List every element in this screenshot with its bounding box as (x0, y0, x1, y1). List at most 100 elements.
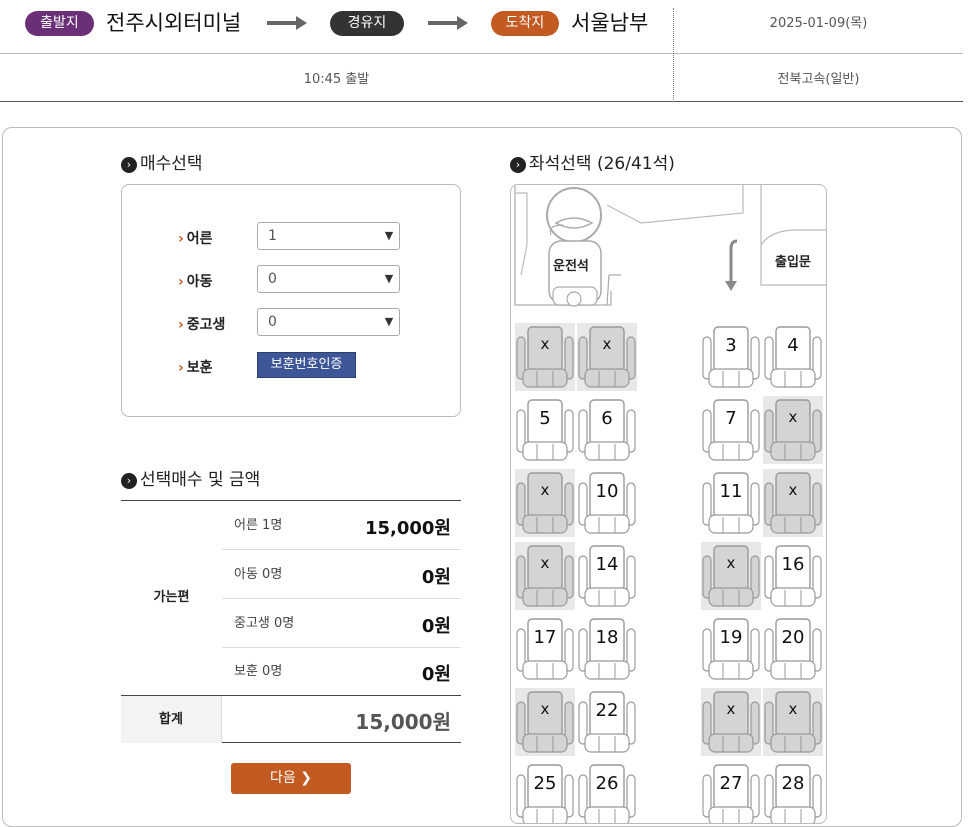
seat-number: 6 (601, 408, 613, 429)
chevron-circle-icon: › (121, 157, 137, 173)
next-button[interactable]: 다음 ❯ (231, 763, 351, 794)
seat-18[interactable]: 18 (577, 615, 637, 683)
seat-3[interactable]: 3 (701, 323, 761, 391)
seat-25[interactable]: 25 (515, 761, 575, 823)
end-tag: 도착지 (491, 11, 559, 36)
seat-number: x (726, 700, 736, 718)
seat-number: x (540, 335, 550, 353)
seat-number: 7 (725, 408, 737, 429)
seat-number: 3 (725, 335, 737, 356)
seat-4[interactable]: 4 (763, 323, 823, 391)
seat-number: 14 (595, 554, 619, 575)
seat-section-title: › 좌석선택 (26/41석) (510, 153, 675, 175)
seat-number: x (540, 700, 550, 718)
seat-5[interactable]: 5 (515, 396, 575, 464)
seat-14[interactable]: 14 (577, 542, 637, 610)
chevron-down-icon: ▼ (384, 315, 394, 328)
seat-22[interactable]: 22 (577, 688, 637, 756)
via-tag: 경유지 (330, 11, 404, 36)
seat-number: 5 (539, 408, 551, 429)
seat-number: 19 (719, 627, 743, 648)
veteran-label: › 보훈 (178, 360, 213, 376)
seat-20[interactable]: 20 (763, 615, 823, 683)
veteran-verify-button[interactable]: 보훈번호인증 (257, 352, 356, 378)
summary-section-title: › 선택매수 및 금액 (121, 469, 260, 491)
table-row: 어른 1명 15,000원 (222, 501, 461, 550)
student-label: › 중고생 (178, 317, 226, 333)
seat-number: 10 (595, 481, 619, 502)
child-label: › 아동 (178, 274, 213, 290)
chevron-right-icon: › (178, 360, 184, 376)
adult-label: › 어른 (178, 231, 213, 247)
table-row: 아동 0명 0원 (222, 550, 461, 599)
seat-24: x (763, 688, 823, 756)
count-box (121, 184, 461, 417)
seat-number: x (540, 481, 550, 499)
departure-time: 10:45 출발 (303, 72, 370, 87)
seat-11[interactable]: 11 (701, 469, 761, 537)
bus-seat-map: 운전석 출입문 x x 3 4 5 6 7 x x 10 11 x x 14 x 16 17 18 19 20 x 22 x… (510, 184, 827, 824)
seat-number: 17 (533, 627, 557, 648)
departure-terminal: 전주시외터미널 (106, 11, 242, 35)
seat-27[interactable]: 27 (701, 761, 761, 823)
start-tag: 출발지 (25, 11, 94, 36)
child-count-select[interactable]: 0 ▼ (257, 265, 400, 293)
chevron-circle-icon: › (121, 473, 137, 489)
fare-summary-table: 가는편 어른 1명 15,000원 아동 0명 0원 중고생 0명 0원 보훈 … (121, 500, 461, 743)
chevron-right-icon: › (178, 274, 184, 290)
travel-date: 2025-01-09(목) (769, 16, 868, 31)
bus-company-class: 전북고속(일반) (777, 72, 860, 87)
seat-number: x (602, 335, 612, 353)
seat-26[interactable]: 26 (577, 761, 637, 823)
seat-number: 18 (595, 627, 619, 648)
seat-number: 16 (781, 554, 805, 575)
chevron-circle-icon: › (510, 157, 526, 173)
seat-number: 22 (595, 700, 619, 721)
seat-number: x (788, 408, 798, 426)
seat-28[interactable]: 28 (763, 761, 823, 823)
chevron-right-icon: › (178, 231, 184, 247)
seat-7[interactable]: 7 (701, 396, 761, 464)
seat-number: x (540, 554, 550, 572)
seat-17[interactable]: 17 (515, 615, 575, 683)
total-amount: 15,000원 (355, 710, 451, 734)
table-row: 보훈 0명 0원 (234, 664, 451, 685)
seat-23: x (701, 688, 761, 756)
seat-12: x (763, 469, 823, 537)
seat-number: 11 (719, 481, 743, 502)
chevron-right-icon: › (178, 317, 184, 333)
seat-number: x (788, 700, 798, 718)
seat-9: x (515, 469, 575, 537)
seat-number: 27 (719, 773, 743, 794)
seat-19[interactable]: 19 (701, 615, 761, 683)
arrow-right-icon (428, 16, 468, 30)
route-header: 출발지 전주시외터미널 경유지 도착지 서울남부 2025-01-09(목) 1… (0, 0, 963, 102)
seat-number: 25 (533, 773, 557, 794)
seat-number: 26 (595, 773, 619, 794)
chevron-down-icon: ▼ (384, 229, 394, 242)
student-count-select[interactable]: 0 ▼ (257, 308, 400, 336)
seat-number: 4 (787, 335, 799, 356)
driver-seat-label: 운전석 (553, 259, 589, 274)
chevron-down-icon: ▼ (384, 272, 394, 285)
adult-count-select[interactable]: 1 ▼ (257, 222, 400, 250)
total-row: 합계 15,000원 (121, 695, 461, 743)
seat-8: x (763, 396, 823, 464)
seat-number: x (788, 481, 798, 499)
seat-number: x (726, 554, 736, 572)
seat-number: 20 (781, 627, 805, 648)
arrow-right-icon (267, 16, 307, 30)
count-section-title: › 매수선택 (121, 153, 203, 175)
seat-15: x (701, 542, 761, 610)
seat-6[interactable]: 6 (577, 396, 637, 464)
seat-13: x (515, 542, 575, 610)
seat-1: x (515, 323, 575, 391)
seat-21: x (515, 688, 575, 756)
table-row: 중고생 0명 0원 (222, 599, 461, 648)
driver-area-icon (514, 185, 826, 307)
seat-16[interactable]: 16 (763, 542, 823, 610)
seat-2: x (577, 323, 637, 391)
trip-direction-label: 가는편 (153, 590, 190, 605)
door-label: 출입문 (775, 255, 811, 270)
seat-10[interactable]: 10 (577, 469, 637, 537)
